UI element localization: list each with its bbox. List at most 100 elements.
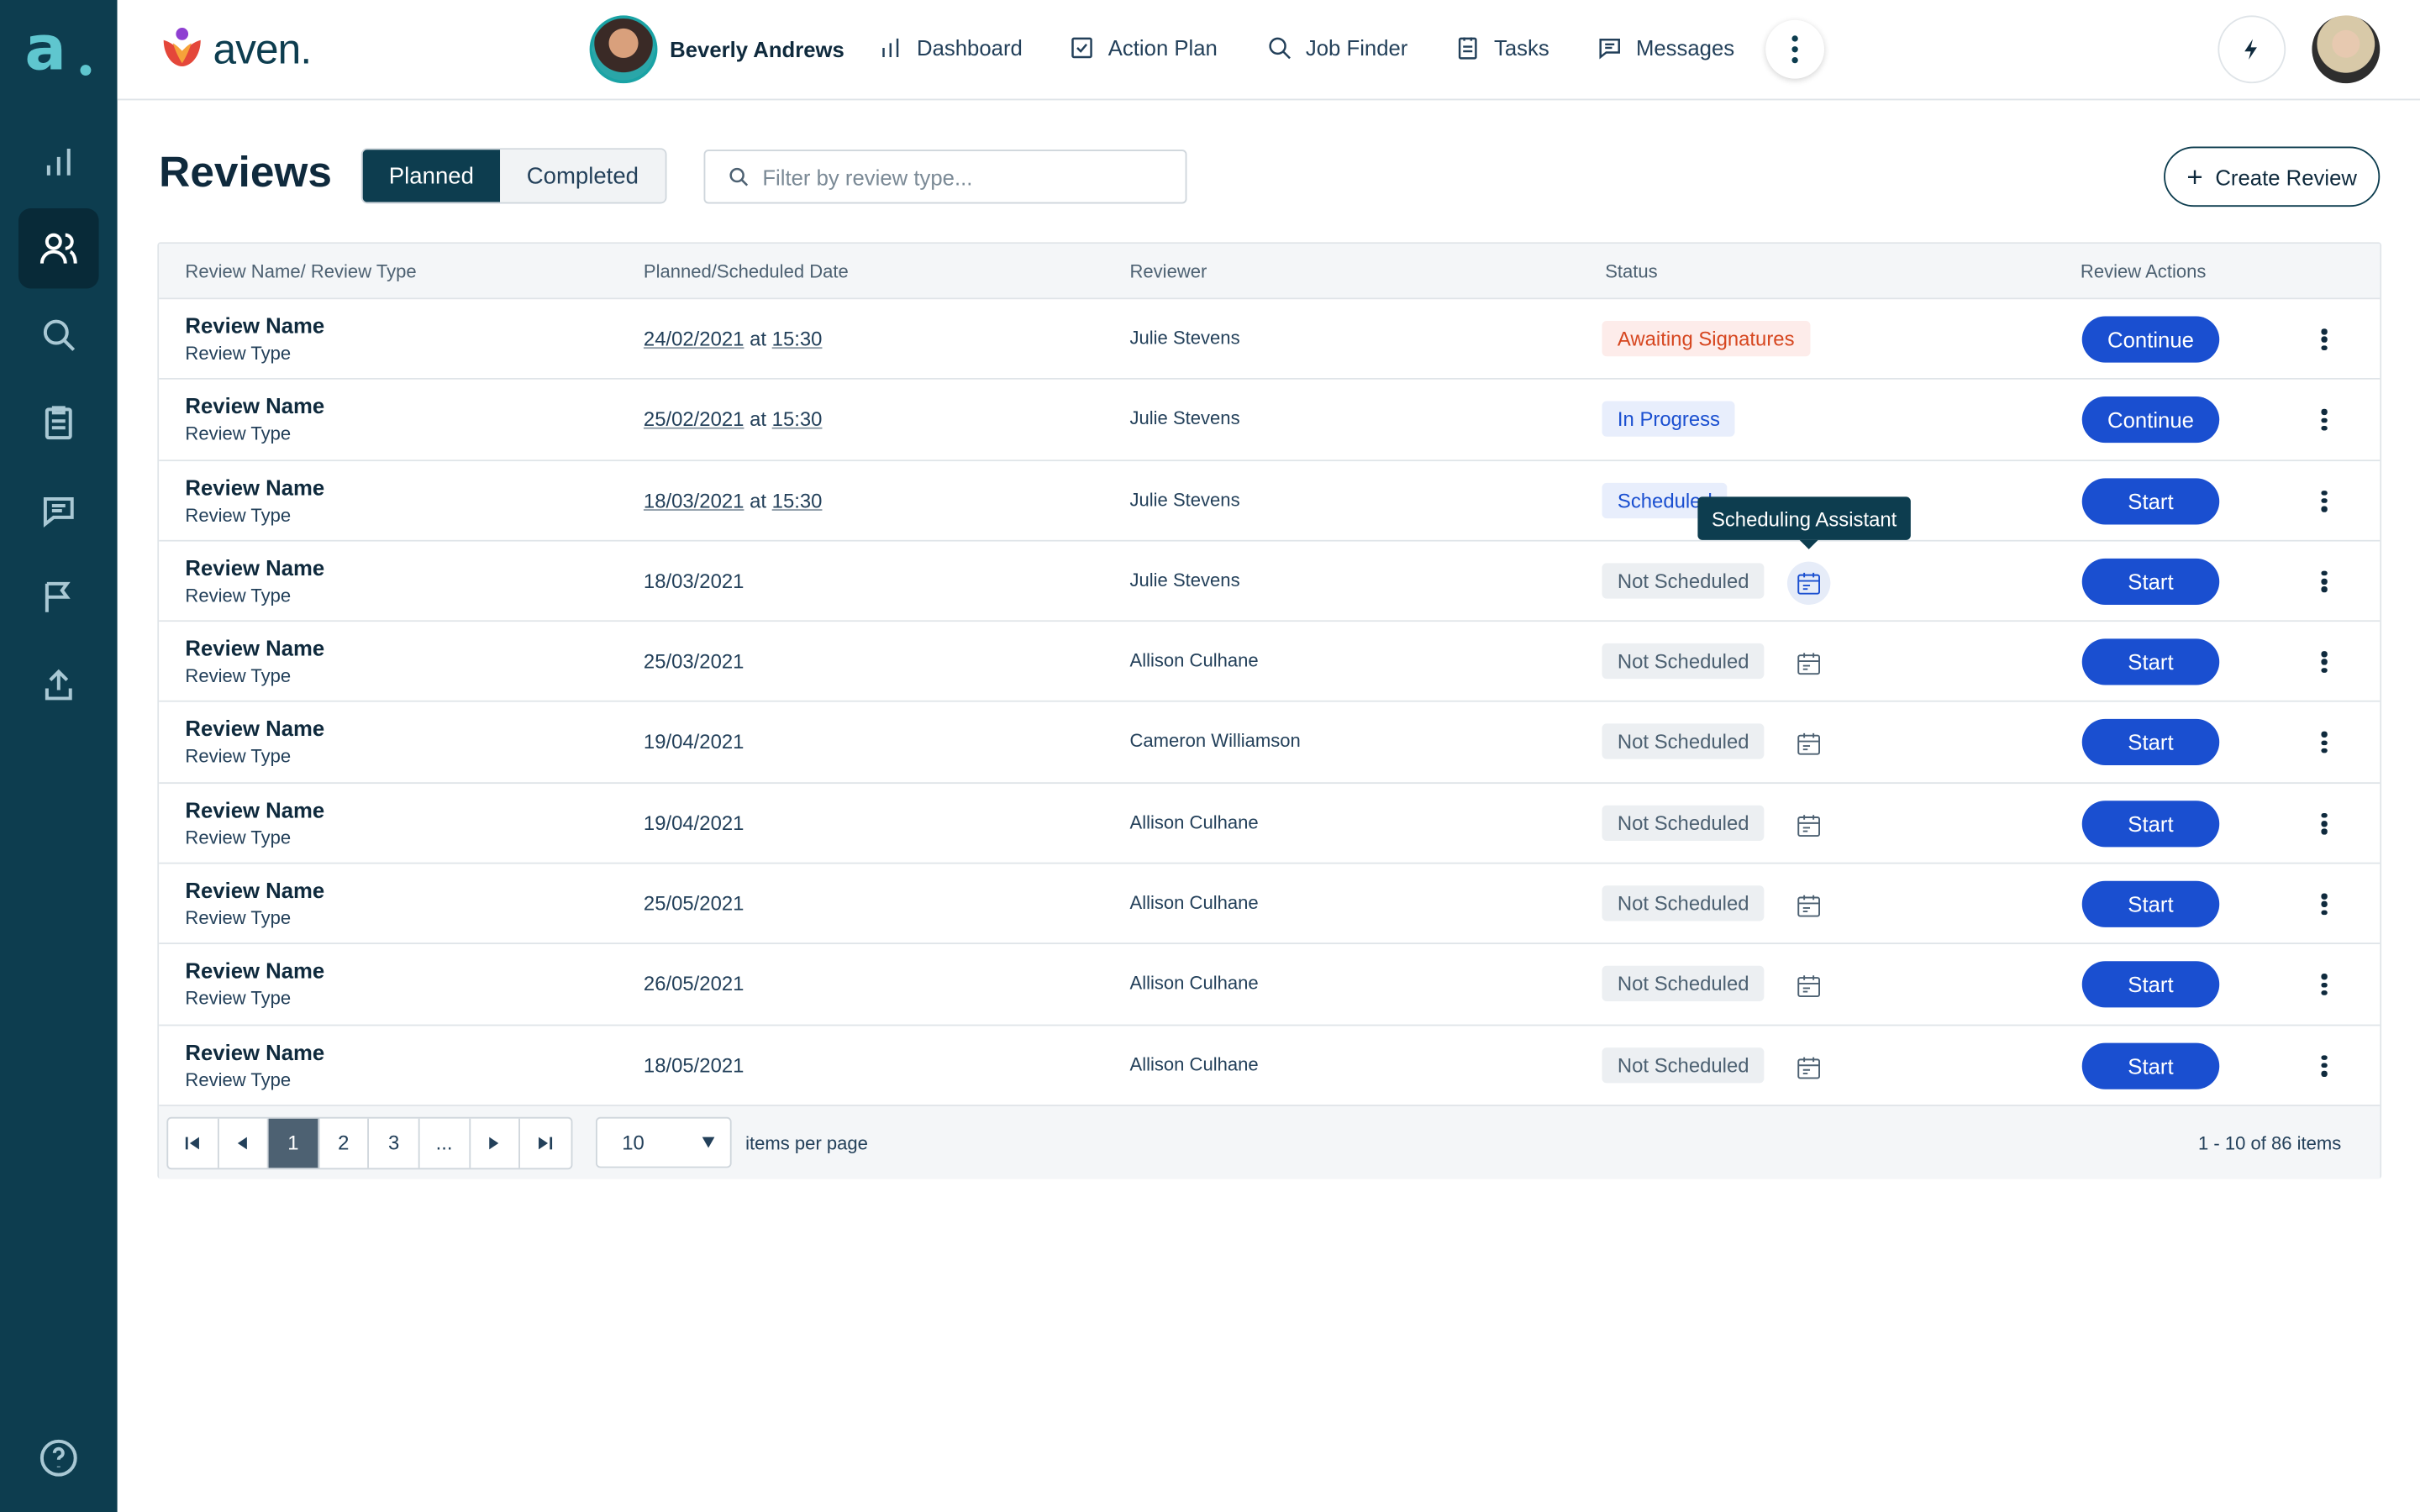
review-action-button[interactable]: Continue [2081, 396, 2220, 444]
more-menu-button[interactable] [1765, 19, 1825, 79]
time-link[interactable]: 15:30 [772, 488, 823, 512]
review-action-button[interactable]: Start [2081, 638, 2220, 685]
row-menu-icon[interactable] [2317, 568, 2332, 596]
create-review-label: Create Review [2215, 164, 2358, 190]
filter-input[interactable] [762, 164, 1164, 190]
review-action-button[interactable]: Start [2081, 558, 2220, 605]
first-page-button[interactable] [168, 1118, 219, 1168]
review-cell: Review Name Review Type [185, 717, 324, 768]
page-ellipsis[interactable]: ... [420, 1118, 471, 1168]
last-page-button[interactable] [520, 1119, 571, 1168]
review-name[interactable]: Review Name [185, 878, 324, 902]
prev-page-button[interactable] [218, 1118, 269, 1168]
top-bar: aven. Beverly Andrews Dashboard Action P… [117, 0, 2420, 101]
schedule-button[interactable] [1786, 561, 1831, 605]
status-badge: Not Scheduled [1602, 805, 1765, 841]
status-badge: Not Scheduled [1602, 643, 1765, 680]
profile-avatar[interactable] [2312, 15, 2381, 84]
rail-people[interactable] [18, 207, 99, 289]
row-menu-icon[interactable] [2317, 1052, 2332, 1079]
col-status: Status [1605, 260, 1658, 283]
review-type: Review Type [185, 503, 292, 526]
page-3[interactable]: 3 [370, 1118, 420, 1168]
rail-tasks[interactable] [18, 383, 99, 464]
row-menu-icon[interactable] [2317, 407, 2332, 434]
search-icon [1269, 37, 1291, 60]
schedule-button[interactable] [1787, 1046, 1830, 1089]
rail-analytics[interactable] [18, 122, 99, 202]
review-type: Review Type [185, 584, 292, 606]
time-link[interactable]: 15:30 [772, 327, 823, 350]
review-name[interactable]: Review Name [185, 958, 324, 983]
rail-search[interactable] [18, 295, 99, 375]
nav-job-finder[interactable]: Job Finder [1265, 34, 1407, 61]
col-name: Review Name/ Review Type [185, 260, 417, 283]
upload-icon [45, 669, 72, 701]
calendar-icon [1797, 1057, 1821, 1079]
row-menu-icon[interactable] [2317, 326, 2332, 354]
rail-messages[interactable] [18, 470, 99, 551]
date-cell: 25/05/2021 [644, 892, 744, 916]
first-page-icon [185, 1137, 199, 1150]
page-2[interactable]: 2 [319, 1118, 370, 1168]
row-menu-icon[interactable] [2317, 890, 2332, 918]
create-review-button[interactable]: + Create Review [2164, 146, 2381, 207]
nav-dashboard[interactable]: Dashboard [876, 34, 1023, 61]
review-name[interactable]: Review Name [185, 797, 324, 822]
time-link[interactable]: 15:30 [772, 407, 823, 431]
table-row: Review Name Review Type 26/05/2021 Allison … [159, 944, 2381, 1026]
rail-goals[interactable] [18, 557, 99, 638]
client-name: Beverly Andrews [670, 37, 844, 62]
review-name[interactable]: Review Name [185, 717, 324, 741]
schedule-button[interactable] [1787, 885, 1830, 927]
review-action-button[interactable]: Start [2081, 477, 2220, 524]
tab-completed[interactable]: Completed [500, 150, 666, 202]
prev-icon [238, 1137, 248, 1150]
date-link[interactable]: 25/02/2021 [644, 407, 744, 431]
rail-upload[interactable] [18, 645, 99, 726]
review-name[interactable]: Review Name [185, 475, 324, 499]
row-menu-icon[interactable] [2317, 971, 2332, 999]
schedule-button[interactable] [1787, 722, 1830, 765]
pagination: 1 2 3 ... [166, 1116, 572, 1170]
nav-tasks[interactable]: Tasks [1454, 34, 1549, 61]
review-action-button[interactable]: Start [2081, 719, 2220, 766]
date-cell: 19/04/2021 [644, 811, 744, 835]
rail-help[interactable] [18, 1418, 99, 1499]
review-name[interactable]: Review Name [185, 394, 324, 418]
review-name[interactable]: Review Name [185, 1039, 324, 1063]
clipboard-icon [1458, 37, 1477, 60]
review-action-button[interactable]: Continue [2081, 316, 2220, 363]
row-menu-icon[interactable] [2317, 487, 2332, 515]
schedule-button[interactable] [1787, 965, 1830, 1008]
page-1[interactable]: 1 [268, 1118, 319, 1168]
review-name[interactable]: Review Name [185, 636, 324, 660]
per-page-select[interactable]: 10 [595, 1116, 732, 1168]
review-action-button[interactable]: Start [2081, 961, 2220, 1009]
row-menu-icon[interactable] [2317, 648, 2332, 676]
quick-actions-button[interactable] [2217, 15, 2286, 84]
review-action-button[interactable]: Start [2081, 800, 2220, 847]
row-menu-icon[interactable] [2317, 729, 2332, 757]
date-text: 19/04/2021 [643, 811, 744, 835]
review-action-button[interactable]: Start [2081, 880, 2220, 928]
filter-box [703, 150, 1187, 204]
next-page-button[interactable] [470, 1118, 521, 1168]
date-link[interactable]: 24/02/2021 [644, 327, 744, 350]
date-link[interactable]: 18/03/2021 [644, 488, 744, 512]
review-name[interactable]: Review Name [185, 313, 324, 338]
date-at: at [750, 407, 767, 431]
nav-label: Messages [1635, 35, 1735, 60]
schedule-button[interactable] [1787, 804, 1830, 847]
nav-action-plan[interactable]: Action Plan [1068, 34, 1218, 61]
review-name[interactable]: Review Name [185, 555, 324, 580]
brand-logo[interactable]: a [24, 18, 92, 83]
tab-planned[interactable]: Planned [362, 150, 501, 202]
aven-logo[interactable]: aven. [157, 24, 312, 74]
user-chip[interactable]: Beverly Andrews [589, 15, 844, 84]
nav-messages[interactable]: Messages [1596, 34, 1734, 61]
schedule-button[interactable] [1787, 642, 1830, 685]
row-menu-icon[interactable] [2317, 810, 2332, 837]
review-action-button[interactable]: Start [2081, 1042, 2220, 1089]
logo-word: aven. [213, 25, 312, 72]
